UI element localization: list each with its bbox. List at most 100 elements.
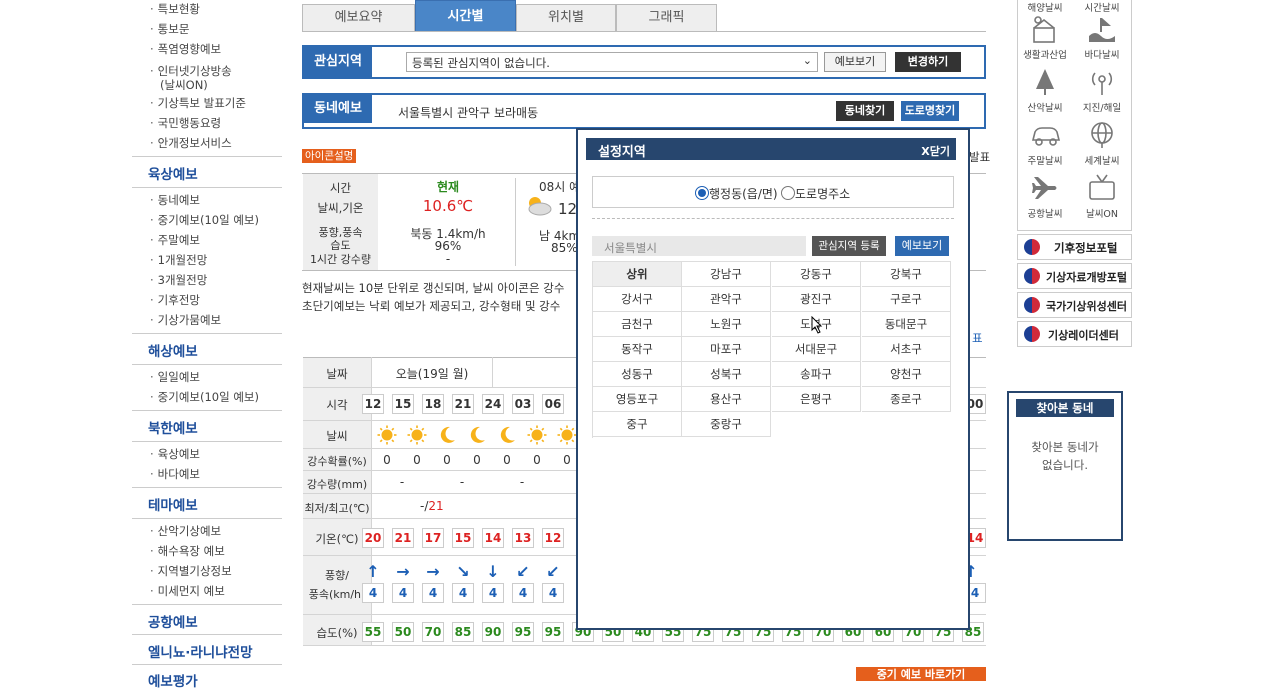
tab-summary[interactable]: 예보요약 [302, 4, 415, 32]
interest-change-button[interactable]: 변경하기 [895, 52, 961, 72]
road-find-button[interactable]: 도로명찾기 [901, 101, 959, 121]
tab-location[interactable]: 위치별 [516, 4, 616, 32]
district-cell[interactable]: 동작구 [593, 337, 682, 362]
district-cell[interactable]: 성동구 [593, 362, 682, 387]
district-cell[interactable]: 동대문구 [862, 312, 951, 337]
link-data-portal[interactable]: 기상자료개방포털 [1017, 263, 1132, 289]
district-cell[interactable]: 서대문구 [772, 337, 861, 362]
sidebar-link[interactable]: 3개월전망 [150, 273, 208, 287]
sidebar-link[interactable]: 기상가뭄예보 [150, 313, 221, 327]
radio-admin-label[interactable]: 행정동(읍/면) [709, 185, 778, 202]
radio-road[interactable] [781, 186, 795, 200]
district-cell[interactable]: 성북구 [682, 362, 771, 387]
sidebar-group-title[interactable]: 북한예보 [148, 417, 198, 437]
popup-view-button[interactable]: 예보보기 [895, 236, 949, 256]
mountain-icon[interactable] [1030, 67, 1060, 100]
icon-label[interactable]: 공항날씨 [1015, 206, 1075, 220]
popup-close-button[interactable]: X닫기 [921, 143, 950, 159]
hour-cell: 24 [482, 394, 504, 414]
link-satellite-center[interactable]: 국가기상위성센터 [1017, 292, 1132, 318]
district-cell[interactable]: 서초구 [862, 337, 951, 362]
radio-road-label[interactable]: 도로명주소 [795, 185, 850, 202]
current-next-time: 08시 예 [539, 180, 581, 194]
icon-label[interactable]: 주말날씨 [1015, 153, 1075, 167]
register-interest-button[interactable]: 관심지역 등록 [812, 236, 886, 256]
district-cell[interactable]: 광진구 [772, 287, 861, 312]
tab-underline [302, 31, 986, 32]
sidebar-link[interactable]: 미세먼지 예보 [150, 584, 225, 598]
district-cell[interactable]: 강북구 [862, 262, 951, 287]
sidebar-link[interactable]: 특보현황 [150, 2, 200, 16]
sidebar-link[interactable]: 일일예보 [150, 370, 200, 384]
find-area-button[interactable]: 동네찾기 [836, 101, 894, 121]
icon-label[interactable]: 날씨ON [1072, 206, 1132, 220]
tv-icon[interactable] [1087, 173, 1117, 206]
sidebar-link[interactable]: 바다예보 [150, 467, 200, 481]
district-cell[interactable]: 마포구 [682, 337, 771, 362]
icon-label[interactable]: 생활과산업 [1015, 47, 1075, 61]
sidebar-link[interactable]: 산악기상예보 [150, 524, 221, 538]
sidebar-link[interactable]: 동네예보 [150, 193, 200, 207]
district-cell[interactable]: 강서구 [593, 287, 682, 312]
district-cell[interactable]: 구로구 [862, 287, 951, 312]
sidebar-link[interactable]: 중기예보(10일 예보) [150, 213, 259, 227]
district-cell[interactable]: 종로구 [862, 387, 951, 412]
district-cell[interactable]: 금천구 [593, 312, 682, 337]
icon-label[interactable]: 산악날씨 [1015, 100, 1075, 114]
district-cell[interactable]: 영등포구 [593, 387, 682, 412]
district-cell[interactable]: 강남구 [682, 262, 771, 287]
sidebar-link[interactable]: 폭염영향예보 [150, 42, 221, 56]
sidebar-group-title[interactable]: 해상예보 [148, 340, 198, 360]
sidebar-link[interactable]: 육상예보 [150, 447, 200, 461]
district-cell[interactable]: 송파구 [772, 362, 861, 387]
sidebar-link[interactable]: 해수욕장 예보 [150, 544, 225, 558]
icon-legend-button[interactable]: 아이콘설명 [302, 149, 357, 163]
district-cell[interactable]: 양천구 [862, 362, 951, 387]
sidebar-link[interactable]: (날씨ON) [160, 78, 208, 92]
district-cell[interactable]: 관악구 [682, 287, 771, 312]
tab-hourly[interactable]: 시간별 [415, 0, 516, 32]
tab-graphic[interactable]: 그래픽 [616, 4, 717, 32]
icon-label[interactable]: 세계날씨 [1072, 153, 1132, 167]
sidebar-link[interactable]: 기상특보 발표기준 [150, 96, 246, 110]
sidebar-group-title[interactable]: 테마예보 [148, 494, 198, 514]
industry-icon[interactable] [1030, 14, 1060, 47]
car-icon[interactable] [1030, 120, 1062, 153]
sidebar-link[interactable]: 통보문 [150, 22, 190, 36]
district-cell[interactable]: 강동구 [772, 262, 861, 287]
address-type-group: 행정동(읍/면) 도로명주소 [592, 176, 954, 208]
link-radar-center[interactable]: 기상레이더센터 [1017, 321, 1132, 347]
sidebar-group-title[interactable]: 엘니뇨·라니냐전망 [148, 641, 253, 661]
current-now-temp: 10.6℃ [422, 197, 474, 215]
interest-select[interactable]: 등록된 관심지역이 없습니다. ⌄ [406, 52, 818, 72]
district-cell[interactable]: 중랑구 [682, 412, 771, 437]
earthquake-icon[interactable] [1087, 67, 1117, 100]
sidebar-link[interactable]: 인터넷기상방송 [150, 64, 232, 78]
sidebar-link[interactable]: 주말예보 [150, 233, 200, 247]
local-address: 서울특별시 관악구 보라매동 [398, 106, 539, 120]
sidebar-link[interactable]: 지역별기상정보 [150, 564, 232, 578]
district-cell[interactable]: 중구 [593, 412, 682, 437]
radio-admin[interactable] [695, 186, 709, 200]
link-climate-portal[interactable]: 기후정보포털 [1017, 234, 1132, 260]
region-field[interactable]: 서울특별시 [592, 236, 806, 256]
sidebar-link[interactable]: 국민행동요령 [150, 116, 221, 130]
sidebar-group-title[interactable]: 육상예보 [148, 163, 198, 183]
icon-label[interactable]: 바다날씨 [1072, 47, 1132, 61]
sea-icon[interactable] [1087, 14, 1117, 47]
mid-term-shortcut-button[interactable]: 중기 예보 바로가기 [856, 667, 986, 681]
sidebar-group-title[interactable]: 예보평가 [148, 670, 198, 690]
sidebar-group-title[interactable]: 공항예보 [148, 611, 198, 631]
sidebar-link[interactable]: 1개월전망 [150, 253, 208, 267]
airplane-icon[interactable] [1030, 173, 1060, 206]
sidebar-link[interactable]: 안개정보서비스 [150, 136, 232, 150]
sidebar-link[interactable]: 기후전망 [150, 293, 200, 307]
interest-view-button[interactable]: 예보보기 [824, 52, 886, 72]
icon-label[interactable]: 지진/해일 [1072, 100, 1132, 114]
district-cell[interactable]: 상위 [593, 262, 682, 287]
district-cell[interactable]: 용산구 [682, 387, 771, 412]
district-cell[interactable]: 은평구 [772, 387, 861, 412]
sidebar-link[interactable]: 중기예보(10일 예보) [150, 390, 259, 404]
globe-icon[interactable] [1087, 120, 1117, 153]
district-cell[interactable]: 노원구 [682, 312, 771, 337]
